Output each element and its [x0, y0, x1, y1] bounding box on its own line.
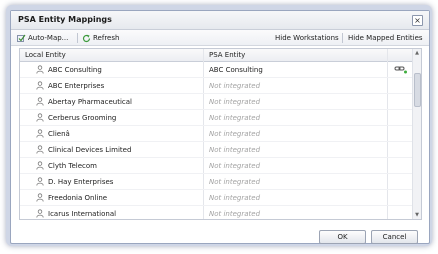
psa-entity-mappings-dialog: PSA Entity Mappings × Auto-Map... Refres… — [10, 10, 430, 244]
local-entity-name: Freedonia Online — [48, 193, 108, 202]
column-header-psa-entity[interactable]: PSA Entity — [209, 51, 245, 59]
link-icon — [394, 66, 407, 74]
table-row[interactable]: ABC Consulting ABC Consulting — [20, 62, 412, 78]
psa-entity-cell[interactable]: ABC Consulting — [209, 66, 263, 74]
local-entity-cell: ABC Consulting — [36, 65, 102, 74]
close-button[interactable]: × — [412, 15, 423, 26]
local-entity-name: Abertay Pharmaceutical — [48, 97, 132, 106]
table-row[interactable]: Clyth Telecom Not integrated — [20, 158, 412, 174]
local-entity-cell: Clienâ — [36, 129, 70, 138]
psa-entity-cell[interactable]: Not integrated — [209, 98, 260, 106]
toolbar-divider — [77, 33, 78, 43]
table-row[interactable]: ABC Enterprises Not integrated — [20, 78, 412, 94]
local-entity-cell: Icarus International — [36, 209, 116, 218]
person-icon — [36, 113, 44, 122]
local-entity-cell: D. Hay Enterprises — [36, 177, 113, 186]
local-entity-cell: ABC Enterprises — [36, 81, 104, 90]
grid-rows: ABC Consulting ABC Consulting ABC Enterpri… — [20, 62, 412, 219]
dialog-title: PSA Entity Mappings — [18, 15, 112, 24]
local-entity-name: Clienâ — [48, 129, 70, 138]
title-bar: PSA Entity Mappings × — [11, 11, 429, 30]
auto-map-button[interactable]: Auto-Map... — [17, 33, 68, 43]
scroll-down-arrow-icon[interactable]: ▼ — [413, 211, 421, 219]
table-row[interactable]: D. Hay Enterprises Not integrated — [20, 174, 412, 190]
mapping-status-icon — [394, 65, 408, 76]
entity-mapping-grid: Local Entity PSA Entity ABC Consulting AB… — [19, 48, 422, 220]
local-entity-name: Clinical Devices Limited — [48, 145, 132, 154]
local-entity-cell: Clyth Telecom — [36, 161, 97, 170]
person-icon — [36, 129, 44, 138]
local-entity-name: D. Hay Enterprises — [48, 177, 114, 186]
table-row[interactable]: Abertay Pharmaceutical Not integrated — [20, 94, 412, 110]
psa-entity-cell[interactable]: Not integrated — [209, 210, 260, 218]
person-icon — [36, 145, 44, 154]
hide-workstations-button[interactable]: Hide Workstations — [275, 33, 339, 43]
auto-map-icon — [17, 34, 26, 42]
hide-workstations-label: Hide Workstations — [275, 34, 339, 42]
person-icon — [36, 193, 44, 202]
local-entity-cell: Abertay Pharmaceutical — [36, 97, 132, 106]
local-entity-cell: Cerberus Grooming — [36, 113, 116, 122]
ok-button[interactable]: OK — [319, 230, 366, 244]
person-icon — [36, 97, 44, 106]
person-icon — [36, 65, 44, 74]
local-entity-name: Cerberus Grooming — [48, 113, 117, 122]
psa-entity-cell[interactable]: Not integrated — [209, 162, 260, 170]
table-row[interactable]: Cerberus Grooming Not integrated — [20, 110, 412, 126]
psa-entity-cell[interactable]: Not integrated — [209, 130, 260, 138]
person-icon — [36, 161, 44, 170]
close-icon: × — [414, 16, 421, 25]
table-row[interactable]: Icarus International Not integrated — [20, 206, 412, 219]
psa-entity-cell[interactable]: Not integrated — [209, 146, 260, 154]
refresh-icon — [82, 34, 91, 42]
grid-header: Local Entity PSA Entity — [20, 49, 412, 62]
refresh-button[interactable]: Refresh — [82, 33, 119, 43]
local-entity-cell: Freedonia Online — [36, 193, 107, 202]
person-icon — [36, 209, 44, 218]
table-row[interactable]: Clienâ Not integrated — [20, 126, 412, 142]
local-entity-name: Icarus International — [48, 209, 117, 218]
table-row[interactable]: Clinical Devices Limited Not integrated — [20, 142, 412, 158]
person-icon — [36, 81, 44, 90]
person-icon — [36, 177, 44, 186]
hide-mapped-entities-button[interactable]: Hide Mapped Entities — [348, 33, 423, 43]
psa-entity-cell[interactable]: Not integrated — [209, 194, 260, 202]
toolbar: Auto-Map... Refresh Hide Workstations Hi… — [11, 30, 429, 46]
scroll-up-arrow-icon[interactable]: ▲ — [413, 49, 421, 57]
table-row[interactable]: Freedonia Online Not integrated — [20, 190, 412, 206]
cancel-button[interactable]: Cancel — [371, 230, 418, 244]
psa-entity-cell[interactable]: Not integrated — [209, 82, 260, 90]
local-entity-name: ABC Enterprises — [48, 81, 105, 90]
scrollbar-thumb[interactable] — [414, 73, 421, 107]
psa-entity-cell[interactable]: Not integrated — [209, 178, 260, 186]
local-entity-name: Clyth Telecom — [48, 161, 97, 170]
auto-map-label: Auto-Map... — [28, 34, 69, 42]
column-header-local-entity[interactable]: Local Entity — [25, 51, 66, 59]
vertical-scrollbar[interactable]: ▲ ▼ — [412, 49, 421, 219]
refresh-label: Refresh — [93, 34, 120, 42]
local-entity-name: ABC Consulting — [48, 65, 102, 74]
hide-mapped-entities-label: Hide Mapped Entities — [348, 34, 423, 42]
local-entity-cell: Clinical Devices Limited — [36, 145, 131, 154]
psa-entity-cell[interactable]: Not integrated — [209, 114, 260, 122]
toolbar-divider — [342, 33, 343, 43]
